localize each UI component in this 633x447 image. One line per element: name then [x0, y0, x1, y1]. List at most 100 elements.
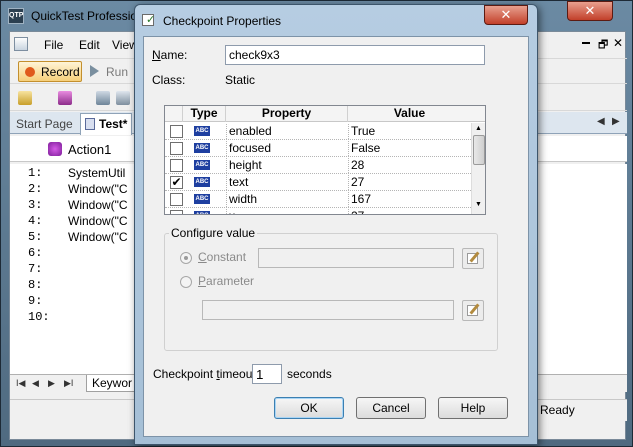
grid-rows: ABC enabled True ABC focused False ABC h… — [165, 123, 471, 214]
next-tab-button[interactable]: ▶ — [48, 378, 55, 389]
menu-file[interactable]: File — [44, 38, 63, 52]
mdi-restore-button[interactable]: 🗗 — [598, 36, 608, 55]
table-row[interactable]: ABC x 27 — [165, 208, 471, 214]
line-number: 9: — [28, 294, 43, 308]
string-type-icon: ABC — [194, 143, 210, 153]
parameter-value-input[interactable] — [202, 300, 454, 320]
string-type-icon: ABC — [194, 126, 210, 136]
name-label: Name: — [152, 48, 188, 62]
document-icon[interactable] — [14, 37, 28, 51]
action-icon — [48, 142, 62, 156]
code-line[interactable]: SystemUtil — [68, 166, 125, 180]
string-type-icon: ABC — [194, 211, 210, 214]
checkpoint-icon: ✓ — [141, 13, 157, 27]
tab-test-label: Test* — [99, 117, 128, 131]
object-repository-icon[interactable] — [96, 91, 110, 105]
row-checkbox[interactable] — [170, 210, 183, 214]
line-number: 5: — [28, 230, 43, 244]
record-icon — [25, 67, 35, 77]
code-line[interactable]: Window("C — [68, 198, 128, 212]
constant-value-input[interactable] — [258, 248, 454, 268]
run-label[interactable]: Run — [106, 65, 128, 79]
tab-scroll-right-button[interactable]: ▶ — [612, 116, 620, 127]
constant-radio[interactable] — [180, 252, 192, 264]
menu-edit[interactable]: Edit — [79, 38, 100, 52]
status-text: Ready — [540, 403, 575, 417]
test-document-icon — [85, 118, 95, 130]
cancel-button[interactable]: Cancel — [356, 397, 426, 419]
scroll-thumb[interactable] — [473, 135, 485, 165]
object-spy-icon[interactable] — [116, 91, 130, 105]
line-number: 7: — [28, 262, 43, 276]
configure-value-title: Configure value — [169, 226, 258, 240]
edit-parameter-button[interactable] — [462, 300, 484, 321]
class-value: Static — [225, 73, 256, 87]
parameter-radio[interactable] — [180, 276, 192, 288]
timeout-label: Checkpoint timeout: — [153, 367, 260, 381]
row-checkbox[interactable] — [170, 193, 183, 206]
property-grid[interactable]: Type Property Value ABC enabled True ABC… — [164, 105, 486, 215]
help-button[interactable]: Help — [438, 397, 508, 419]
property-value: 28 — [348, 158, 470, 173]
scroll-down-arrow-icon[interactable]: ▼ — [475, 201, 482, 208]
line-number: 4: — [28, 214, 43, 228]
line-number: 10: — [28, 310, 50, 324]
header-value[interactable]: Value — [348, 106, 471, 122]
property-name: x — [226, 209, 346, 214]
row-checkbox[interactable]: ✔ — [170, 176, 183, 189]
row-checkbox[interactable] — [170, 142, 183, 155]
app-title: QuickTest Professio — [31, 9, 138, 23]
code-line[interactable]: Window("C — [68, 214, 128, 228]
line-number: 3: — [28, 198, 43, 212]
row-checkbox[interactable] — [170, 159, 183, 172]
insert-step-icon[interactable] — [58, 91, 72, 105]
table-row[interactable]: ABC width 167 — [165, 191, 471, 208]
header-property[interactable]: Property — [226, 106, 348, 122]
run-icon[interactable] — [90, 65, 99, 77]
checkpoint-properties-dialog: ✓ Checkpoint Properties ✕ Name: Class: S… — [134, 4, 538, 445]
record-label: Record — [41, 65, 80, 79]
tab-test[interactable]: Test* — [80, 113, 132, 135]
string-type-icon: ABC — [194, 160, 210, 170]
app-close-button[interactable]: ✕ — [567, 1, 613, 21]
prev-tab-button[interactable]: ◀ — [32, 378, 39, 389]
parameter-label: Parameter — [198, 274, 255, 288]
dialog-body: Name: Class: Static Type Property Value … — [143, 36, 529, 437]
header-check — [165, 106, 183, 122]
property-name: text — [226, 175, 346, 190]
first-tab-button[interactable]: I◀ — [16, 378, 25, 389]
code-line[interactable]: Window("C — [68, 182, 128, 196]
table-row[interactable]: ABC focused False — [165, 140, 471, 157]
timeout-input[interactable] — [252, 364, 282, 384]
grid-scrollbar[interactable]: ▲ ▼ — [471, 123, 485, 214]
name-input[interactable] — [225, 45, 485, 65]
tab-start-page[interactable]: Start Page — [16, 117, 73, 131]
record-button[interactable]: Record — [18, 61, 82, 82]
timeout-unit: seconds — [287, 367, 332, 381]
line-number: 6: — [28, 246, 43, 260]
ok-button[interactable]: OK — [274, 397, 344, 419]
tab-scroll-left-button[interactable]: ◀ — [597, 116, 605, 127]
table-row[interactable]: ✔ ABC text 27 — [165, 174, 471, 191]
row-checkbox[interactable] — [170, 125, 183, 138]
action-label: Action1 — [68, 142, 112, 157]
mdi-close-button[interactable]: ✕ — [613, 36, 623, 50]
line-number: 8: — [28, 278, 43, 292]
line-number: 1: — [28, 166, 43, 180]
mdi-minimize-button[interactable] — [582, 42, 590, 44]
last-tab-button[interactable]: ▶I — [64, 378, 73, 389]
table-row[interactable]: ABC enabled True — [165, 123, 471, 140]
string-type-icon: ABC — [194, 194, 210, 204]
header-type[interactable]: Type — [183, 106, 226, 122]
property-value: False — [348, 141, 470, 156]
property-name: height — [226, 158, 346, 173]
grid-header: Type Property Value — [165, 106, 485, 122]
tab-keyword-label: Keywor — [92, 376, 133, 390]
code-line[interactable]: Window("C — [68, 230, 128, 244]
edit-constant-button[interactable] — [462, 248, 484, 269]
table-row[interactable]: ABC height 28 — [165, 157, 471, 174]
dialog-close-button[interactable]: ✕ — [484, 5, 528, 25]
scroll-up-arrow-icon[interactable]: ▲ — [475, 125, 482, 132]
property-name: width — [226, 192, 346, 207]
insert-checkpoint-icon[interactable] — [18, 91, 32, 105]
